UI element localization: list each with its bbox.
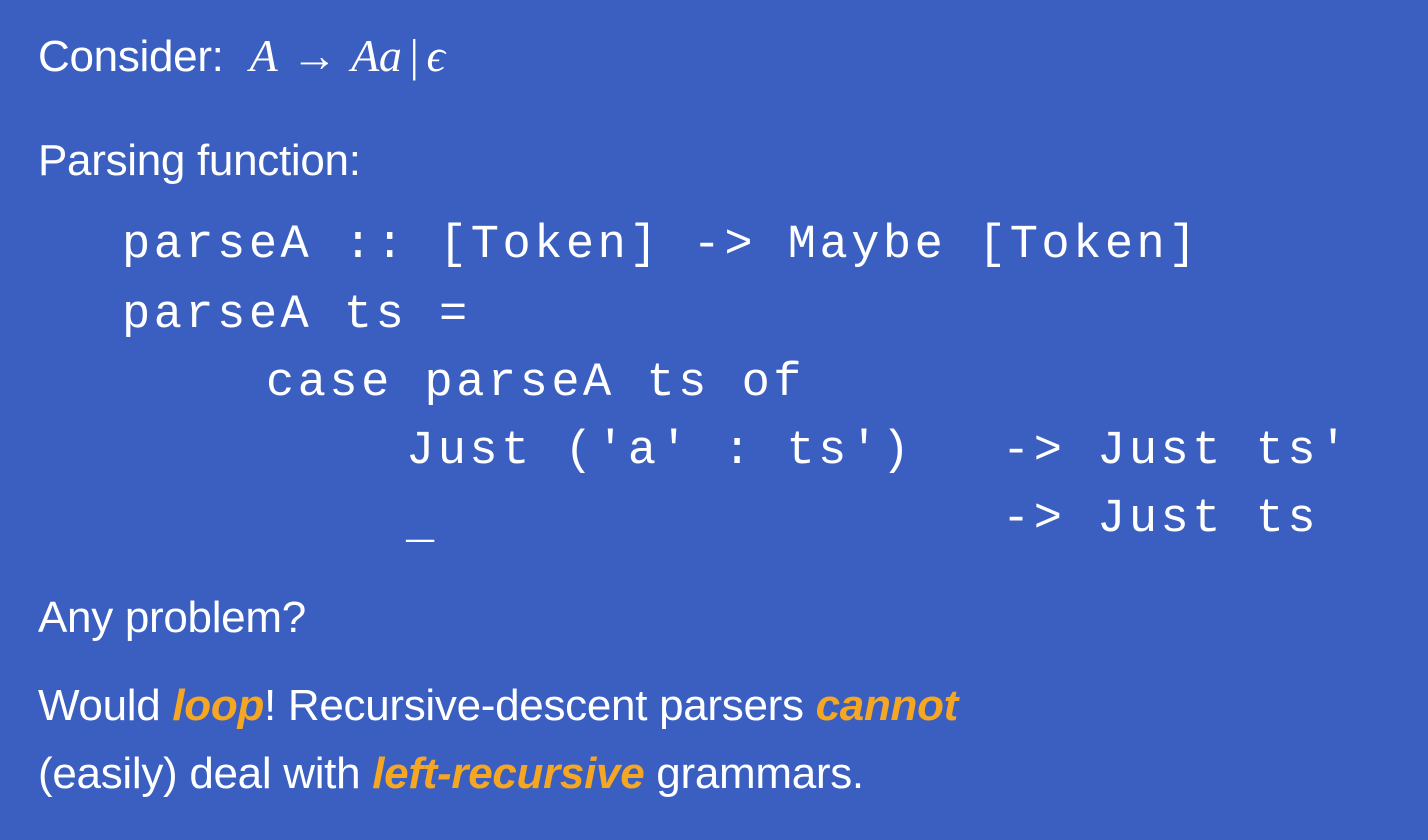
- answer-line-2: (easily) deal with left-recursive gramma…: [38, 748, 864, 800]
- parsing-function-label: Parsing function:: [38, 136, 361, 185]
- code-line-4-pattern: Just ('a' : ts'): [406, 425, 914, 478]
- code-line-1: parseA :: [Token] -> Maybe [Token]: [122, 219, 1200, 272]
- code-line-5-pattern: _: [406, 499, 438, 552]
- consider-label: Consider:: [38, 32, 224, 81]
- emphasis-left-recursive: left-recursive: [372, 749, 645, 798]
- consider-line: Consider: A → Aa | ϵ: [38, 30, 445, 83]
- grammar-arrow: →: [291, 30, 338, 81]
- answer-text-2: ! Recursive-descent parsers: [264, 681, 816, 730]
- grammar-rule: A → Aa | ϵ: [236, 30, 445, 81]
- answer-line-1: Would loop! Recursive-descent parsers ca…: [38, 680, 958, 732]
- code-line-2: parseA ts =: [122, 289, 471, 342]
- code-line-4-result: -> Just ts': [1002, 425, 1351, 478]
- code-line-5-result: -> Just ts: [1002, 493, 1320, 546]
- slide: Consider: A → Aa | ϵ Parsing function: parse…: [0, 0, 1428, 840]
- grammar-epsilon: ϵ: [426, 30, 446, 81]
- emphasis-loop: loop: [172, 681, 265, 730]
- answer-text-1: Would: [38, 681, 173, 730]
- answer-text-4: grammars.: [644, 749, 864, 798]
- grammar-bar: |: [409, 30, 419, 81]
- answer-text-3: (easily) deal with: [38, 749, 373, 798]
- grammar-lhs: A: [249, 30, 278, 81]
- question: Any problem?: [38, 593, 306, 642]
- grammar-rhs: Aa: [351, 30, 402, 81]
- code-line-3: case parseA ts of: [266, 357, 805, 410]
- emphasis-cannot: cannot: [815, 681, 959, 730]
